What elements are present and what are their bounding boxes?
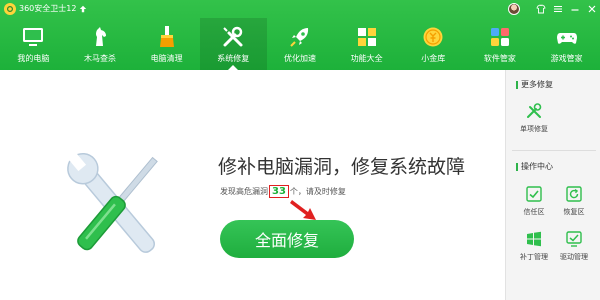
section-title-text: 操作中心 (521, 162, 553, 171)
section-marker (516, 80, 518, 89)
nav-label: 我的电脑 (17, 54, 50, 63)
trust-zone-item[interactable]: 信任区 (516, 185, 552, 221)
up-arrow-icon[interactable] (79, 5, 87, 13)
apps-icon (488, 25, 512, 49)
side-item-label: 单项修复 (520, 125, 548, 133)
right-sidebar: 更多修复 单项修复 操作中心 信任区 恢复区 补丁管理 驱动管理 (505, 70, 600, 300)
header-bar: 360安全卫士12 我的电脑 木马查杀 电脑清理 系统修复 优化加速 功能大全 … (0, 0, 600, 70)
section-title-text: 更多修复 (521, 80, 553, 89)
nav-item-software[interactable]: 软件管家 (467, 18, 534, 70)
360-logo-icon (4, 3, 16, 15)
app-window: 360安全卫士12 我的电脑 木马查杀 电脑清理 系统修复 优化加速 功能大全 … (0, 0, 600, 300)
restore-zone-item[interactable]: 恢复区 (556, 185, 592, 221)
grid-icon (355, 25, 379, 49)
monitor-icon (21, 25, 45, 49)
side-item-label: 驱动管理 (560, 253, 588, 261)
horse-icon (88, 25, 112, 49)
side-item-label: 恢复区 (563, 208, 585, 216)
driver-management-item[interactable]: 驱动管理 (556, 230, 592, 266)
page-title: 修补电脑漏洞，修复系统故障 (218, 156, 466, 178)
close-icon[interactable] (585, 3, 598, 16)
nav-item-features[interactable]: 功能大全 (333, 18, 400, 70)
main-panel: 修补电脑漏洞，修复系统故障 发现高危漏洞 33 个，请及时修复 全面修复 (0, 70, 505, 300)
nav-item-trojan-scan[interactable]: 木马查杀 (67, 18, 134, 70)
nav-item-vault[interactable]: 小金库 (400, 18, 467, 70)
wrench-screwdriver-icon (525, 102, 543, 120)
divider (512, 150, 596, 151)
avatar[interactable] (508, 3, 520, 15)
title-left: 360安全卫士12 (4, 3, 87, 15)
menu-icon[interactable] (551, 3, 564, 16)
nav-item-games[interactable]: 游戏管家 (533, 18, 600, 70)
nav-item-system-repair[interactable]: 系统修复 (199, 18, 267, 70)
nav-label: 优化加速 (283, 54, 316, 63)
nav-label: 小金库 (421, 54, 446, 63)
vulnerability-count[interactable]: 33 (269, 185, 289, 198)
nav-label: 软件管家 (483, 54, 516, 63)
title-bar: 360安全卫士12 (0, 0, 600, 18)
patch-management-item[interactable]: 补丁管理 (516, 230, 552, 266)
single-repair-item[interactable]: 单项修复 (516, 102, 552, 138)
main-nav: 我的电脑 木马查杀 电脑清理 系统修复 优化加速 功能大全 小金库 软件管家 游… (0, 18, 600, 70)
wrench-screwdriver-illustration (67, 152, 158, 253)
more-repairs-title: 更多修复 (516, 79, 553, 90)
side-item-label: 补丁管理 (520, 253, 548, 261)
nav-item-speedup[interactable]: 优化加速 (267, 18, 334, 70)
side-item-label: 信任区 (523, 208, 545, 216)
nav-item-cleanup[interactable]: 电脑清理 (133, 18, 200, 70)
app-title: 360安全卫士12 (19, 4, 77, 13)
minimize-icon[interactable] (568, 3, 581, 16)
summary-suffix: 个，请及时修复 (289, 187, 346, 196)
windows-icon (525, 230, 543, 248)
trust-zone-icon (525, 185, 543, 203)
section-marker (516, 162, 518, 171)
broom-icon (155, 25, 179, 49)
operation-center-title: 操作中心 (516, 161, 553, 172)
vulnerability-summary: 发现高危漏洞 33 个，请及时修复 (220, 185, 346, 198)
nav-label: 系统修复 (217, 54, 250, 63)
rocket-icon (288, 25, 312, 49)
full-repair-button[interactable]: 全面修复 (220, 220, 354, 258)
nav-label: 电脑清理 (150, 54, 183, 63)
gamepad-icon (555, 25, 579, 49)
coin-icon (421, 25, 445, 49)
window-controls (508, 0, 598, 18)
nav-label: 功能大全 (350, 54, 383, 63)
summary-prefix: 发现高危漏洞 (220, 187, 268, 196)
wrench-screwdriver-icon (221, 25, 245, 49)
restore-zone-icon (565, 185, 583, 203)
shirt-icon[interactable] (534, 3, 547, 16)
nav-item-my-computer[interactable]: 我的电脑 (0, 18, 67, 70)
red-arrow-icon (290, 200, 316, 220)
nav-label: 游戏管家 (550, 54, 583, 63)
driver-icon (565, 230, 583, 248)
nav-label: 木马查杀 (83, 54, 116, 63)
